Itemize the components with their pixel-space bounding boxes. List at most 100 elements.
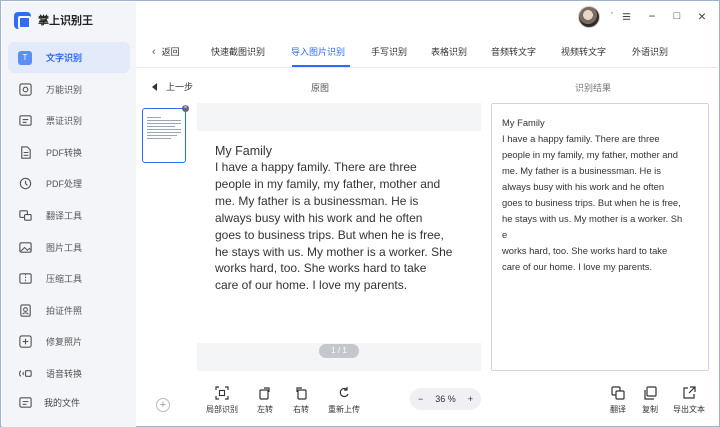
original-line: he stays with us. My mother is a worker.… <box>215 244 453 259</box>
result-line: works hard, too. She works hard to take <box>502 245 668 256</box>
partial-recognition-label: 局部识别 <box>206 405 238 414</box>
active-tab-indicator <box>292 65 350 67</box>
sidebar-item-pdf-process[interactable]: PDF处理 <box>8 168 130 199</box>
sidebar-item-compress[interactable]: 压缩工具 <box>8 263 130 294</box>
remove-thumbnail-icon[interactable]: × <box>182 105 189 112</box>
result-text-panel[interactable]: My Family I have a happy family. There a… <box>491 103 709 371</box>
zoom-control: − 36 % + <box>410 388 481 410</box>
original-header: 原图 <box>311 83 330 93</box>
original-line: I have a happy family. There are three <box>215 160 417 174</box>
sidebar-item-id-photo[interactable]: 拍证件照 <box>8 295 130 326</box>
original-image: My Family I have a happy family. There a… <box>197 131 481 343</box>
tab-handwriting[interactable]: 手写识别 <box>371 45 407 58</box>
pdf-process-icon <box>17 176 33 192</box>
avatar[interactable] <box>578 6 600 28</box>
rotate-right-button[interactable]: 右转 <box>281 386 321 415</box>
title-bar: · − □ × <box>136 2 718 32</box>
sidebar-item-label: 图片工具 <box>46 242 83 253</box>
sidebar-nav: T 文字识别 万能识别 票证识别 PDF转换 PDF处理 翻译工具 图片工具 压… <box>8 42 130 390</box>
reupload-button[interactable]: 重新上传 <box>324 386 364 415</box>
tab-video-to-text[interactable]: 视频转文字 <box>561 45 606 58</box>
copy-label: 复制 <box>642 405 658 414</box>
minimize-button[interactable]: − <box>644 8 660 24</box>
result-line: he stays with us. My mother is a worker.… <box>502 213 683 224</box>
sidebar-item-label: PDF处理 <box>46 179 83 190</box>
sidebar-item-image-tool[interactable]: 图片工具 <box>8 232 130 263</box>
sidebar-item-ticket[interactable]: 票证识别 <box>8 105 130 136</box>
back-label: 返回 <box>161 47 180 57</box>
original-line: people in my family, my father, mother a… <box>215 176 441 191</box>
rotate-left-icon <box>259 387 270 400</box>
sidebar-item-universal[interactable]: 万能识别 <box>8 74 130 105</box>
menu-icon[interactable] <box>618 8 634 24</box>
add-image-button[interactable]: + <box>156 398 170 412</box>
result-line: My Family <box>502 117 545 128</box>
sidebar: 掌上识别王 T 文字识别 万能识别 票证识别 PDF转换 PDF处理 翻译工具 … <box>2 2 136 427</box>
sidebar-item-label: PDF转换 <box>46 147 83 158</box>
original-image-panel: My Family I have a happy family. There a… <box>197 103 481 371</box>
my-files-label: 我的文件 <box>44 397 81 408</box>
image-tool-icon <box>17 239 33 255</box>
tab-import-image[interactable]: 导入图片识别 <box>291 45 345 58</box>
sidebar-item-label: 文字识别 <box>46 53 83 63</box>
compress-icon <box>17 271 33 287</box>
original-line: care of our home. I love my parents. <box>215 278 408 293</box>
tab-foreign-language[interactable]: 外语识别 <box>632 45 668 58</box>
result-line: care of our home. I love my parents. <box>502 261 653 272</box>
previous-step-button[interactable]: 上一步 <box>152 80 193 93</box>
translate-icon <box>17 207 33 223</box>
sidebar-item-label: 翻译工具 <box>46 210 83 221</box>
sidebar-item-voice[interactable]: 语音转换 <box>8 358 130 389</box>
translate-icon <box>611 386 625 400</box>
sidebar-item-label: 票证识别 <box>46 116 83 127</box>
pdf-convert-icon <box>17 144 33 160</box>
page-thumbnail[interactable] <box>142 108 186 163</box>
maximize-button[interactable]: □ <box>669 8 685 24</box>
tab-quick-screenshot[interactable]: 快速截图识别 <box>211 45 265 58</box>
sidebar-item-label: 语音转换 <box>46 368 83 379</box>
page-indicator: 1 / 1 <box>319 344 359 358</box>
crop-icon <box>215 386 229 400</box>
app-logo-icon <box>14 11 31 29</box>
folder-icon <box>17 394 33 410</box>
chevron-left-icon: ‹ <box>152 45 156 58</box>
sidebar-item-pdf-convert[interactable]: PDF转换 <box>8 137 130 168</box>
sidebar-item-my-files[interactable]: 我的文件 <box>17 394 80 410</box>
sidebar-item-text-recognition[interactable]: T 文字识别 <box>8 42 130 73</box>
export-text-label: 导出文本 <box>673 405 705 414</box>
copy-button[interactable]: 复制 <box>630 386 670 415</box>
result-line: goes to business trips. But when he is f… <box>502 197 681 208</box>
sidebar-item-translate[interactable]: 翻译工具 <box>8 200 130 231</box>
result-header: 识别结果 <box>575 83 612 93</box>
app-title: 掌上识别王 <box>38 15 93 27</box>
voice-convert-icon <box>17 365 33 381</box>
result-line: e <box>502 229 508 240</box>
tab-bar: ‹ 返回 快速截图识别 导入图片识别 手写识别 表格识别 音频转文字 视频转文字… <box>136 32 718 68</box>
export-text-button[interactable]: 导出文本 <box>669 386 709 415</box>
copy-icon <box>644 386 657 400</box>
rotate-left-button[interactable]: 左转 <box>245 386 285 415</box>
result-line: me. My father is a businessman. He is <box>502 165 661 176</box>
triangle-left-icon <box>152 82 157 91</box>
partial-recognition-button[interactable]: 局部识别 <box>202 386 242 415</box>
sidebar-item-photo-repair[interactable]: 修复照片 <box>8 326 130 357</box>
zoom-value: 36 % <box>435 394 456 404</box>
export-icon <box>683 386 696 399</box>
zoom-out-button[interactable]: − <box>418 394 423 404</box>
back-button[interactable]: ‹ 返回 <box>152 45 180 58</box>
result-line: always busy with his work and he often <box>502 181 665 192</box>
result-line: I have a happy family. There are three <box>502 133 660 144</box>
rotate-right-label: 右转 <box>293 405 309 414</box>
account-dot: · <box>610 7 614 19</box>
original-line: always busy with his work and he often <box>215 210 423 225</box>
zoom-in-button[interactable]: + <box>468 394 473 404</box>
tab-table[interactable]: 表格识别 <box>431 45 467 58</box>
app-window: 掌上识别王 T 文字识别 万能识别 票证识别 PDF转换 PDF处理 翻译工具 … <box>0 0 720 427</box>
tab-audio-to-text[interactable]: 音频转文字 <box>491 45 536 58</box>
text-recognition-icon: T <box>17 50 33 66</box>
sidebar-item-label: 万能识别 <box>46 84 83 95</box>
close-button[interactable]: × <box>694 8 710 24</box>
sidebar-item-label: 修复照片 <box>46 337 83 348</box>
reupload-label: 重新上传 <box>328 405 360 414</box>
rotate-right-icon <box>296 387 307 400</box>
